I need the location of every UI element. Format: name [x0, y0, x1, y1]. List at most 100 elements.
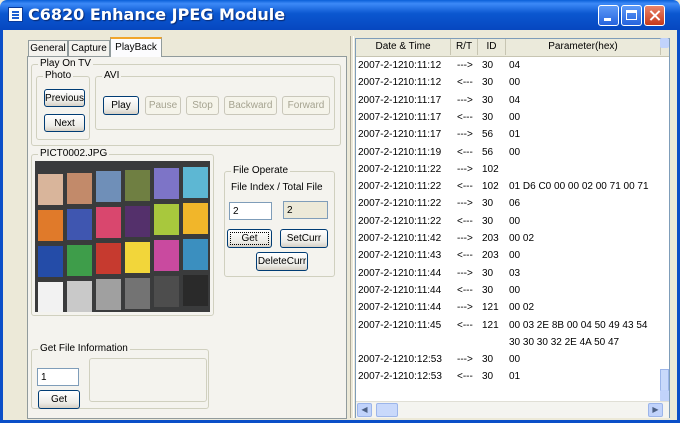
photo-label: Photo [43, 70, 74, 82]
tab-playback[interactable]: PlayBack [110, 37, 162, 57]
log-row[interactable]: 2007-2-12 10:11:22 <--- 30 00 [356, 213, 669, 230]
horizontal-scrollbar[interactable]: ◀ ▶ [356, 401, 669, 418]
log-cell-parameter: 00 02 [509, 233, 535, 244]
column-header-id[interactable]: ID [478, 39, 506, 55]
column-header-date-time[interactable]: Date & Time [356, 39, 451, 55]
log-row[interactable]: 2007-2-12 10:11:22 ---> 102 [356, 161, 669, 178]
column-header-rt[interactable]: R/T [451, 39, 478, 55]
log-cell-date: 2007-2-12 [358, 198, 404, 210]
close-button[interactable] [644, 5, 665, 26]
log-row[interactable]: 2007-2-12 10:11:45 <--- 121 00 03 2E 8B 00 0… [356, 317, 669, 334]
log-cell-id: 30 [482, 198, 494, 210]
scroll-thumb[interactable] [660, 369, 669, 391]
play-button[interactable]: Play [103, 96, 139, 115]
log-cell-parameter: 03 [509, 267, 521, 279]
log-row[interactable]: 2007-2-12 10:11:22 ---> 30 06 [356, 195, 669, 212]
log-cell-direction: ---> [457, 163, 473, 175]
log-row[interactable]: 2007-2-12 10:11:44 ---> 30 03 [356, 265, 669, 282]
log-cell-date: 2007-2-12 [358, 163, 404, 175]
color-patch [183, 167, 208, 198]
log-cell-parameter: 00 [509, 250, 521, 262]
log-cell-id: 30 [482, 77, 494, 89]
next-button[interactable]: Next [44, 114, 85, 132]
log-row[interactable]: 2007-2-12 10:11:42 ---> 203 00 02 [356, 230, 669, 247]
backward-button[interactable]: Backward [224, 96, 277, 115]
picture-filename: PICT0002.JPG [38, 148, 110, 160]
column-header-parameter[interactable]: Parameter(hex) [506, 39, 661, 55]
log-row[interactable]: 2007-2-12 10:11:44 ---> 121 00 02 [356, 299, 669, 316]
log-row[interactable]: 2007-2-12 10:11:12 ---> 30 04 [356, 57, 669, 74]
log-cell-parameter: 04 [509, 94, 521, 106]
file-index-input[interactable] [229, 202, 272, 220]
get-button[interactable]: Get [227, 229, 272, 248]
color-patch [96, 279, 121, 311]
log-row[interactable]: 30 30 30 32 2E 4A 50 47 [356, 334, 669, 351]
log-cell-time: 10:11:12 [403, 77, 442, 89]
log-list[interactable]: Date & Time R/T ID Parameter(hex) 2007-2… [355, 38, 670, 418]
log-cell-id: 30 [482, 371, 494, 383]
log-row[interactable]: 2007-2-12 10:12:53 <--- 30 01 [356, 368, 669, 385]
log-cell-parameter: 00 [509, 284, 521, 296]
log-cell-id: 56 [482, 129, 494, 141]
minimize-button[interactable] [598, 5, 619, 26]
forward-button[interactable]: Forward [282, 96, 330, 115]
log-cell-time: 10:12:53 [403, 371, 442, 383]
log-cell-time: 10:11:17 [403, 111, 442, 123]
log-cell-direction: ---> [457, 354, 473, 366]
window-title: C6820 Enhance JPEG Module [28, 5, 286, 24]
app-icon[interactable] [8, 7, 23, 22]
log-row[interactable]: 2007-2-12 10:11:17 ---> 30 04 [356, 92, 669, 109]
setcurr-button[interactable]: SetCurr [280, 229, 328, 248]
log-cell-parameter: 00 [509, 77, 521, 89]
previous-button[interactable]: Previous [44, 89, 85, 107]
log-cell-id: 30 [482, 284, 494, 296]
color-patch [67, 280, 92, 312]
pause-button[interactable]: Pause [145, 96, 181, 115]
log-cell-id: 102 [482, 163, 499, 175]
title-bar[interactable]: C6820 Enhance JPEG Module [0, 0, 680, 30]
scroll-right-icon[interactable]: ▶ [648, 403, 663, 417]
deletecurr-button[interactable]: DeleteCurr [256, 252, 308, 271]
file-info-get-button[interactable]: Get [38, 390, 80, 409]
get-file-info-label: Get File Information [38, 343, 130, 355]
log-cell-parameter: 30 30 30 32 2E 4A 50 47 [509, 336, 620, 348]
log-cell-time: 10:11:22 [403, 181, 442, 193]
color-patch [125, 205, 150, 237]
log-cell-id: 30 [482, 267, 494, 279]
log-cell-id: 102 [482, 181, 499, 193]
log-row[interactable]: 2007-2-12 10:11:19 <--- 56 00 [356, 144, 669, 161]
color-patch [125, 169, 150, 201]
stop-button[interactable]: Stop [186, 96, 219, 115]
log-cell-direction: ---> [457, 233, 473, 244]
log-row[interactable]: 2007-2-12 10:11:17 <--- 30 00 [356, 109, 669, 126]
log-row[interactable]: 2007-2-12 10:11:12 <--- 30 00 [356, 74, 669, 91]
color-patch [96, 243, 121, 275]
log-cell-time: 10:11:12 [403, 60, 442, 71]
log-cell-id: 30 [482, 60, 494, 71]
app-window: C6820 Enhance JPEG Module General Captur… [0, 0, 680, 423]
scroll-left-icon[interactable]: ◀ [357, 403, 372, 417]
color-patch [125, 277, 150, 309]
tab-general[interactable]: General [28, 40, 68, 56]
log-row[interactable]: 2007-2-12 10:12:53 ---> 30 00 [356, 351, 669, 368]
maximize-button[interactable] [621, 5, 642, 26]
log-cell-direction: <--- [457, 250, 473, 262]
color-patch [154, 240, 179, 272]
horizontal-scroll-thumb[interactable] [376, 403, 398, 417]
color-patch [38, 174, 63, 205]
log-cell-direction: ---> [457, 267, 473, 279]
log-cell-time: 10:11:17 [403, 129, 442, 141]
tab-capture[interactable]: Capture [68, 40, 110, 56]
log-cell-date: 2007-2-12 [358, 302, 404, 314]
vertical-scrollbar[interactable] [660, 38, 669, 418]
log-cell-id: 121 [482, 302, 499, 314]
color-patch [183, 275, 208, 306]
log-row[interactable]: 2007-2-12 10:11:17 ---> 56 01 [356, 126, 669, 143]
file-info-input[interactable] [37, 368, 79, 386]
log-cell-time: 10:11:17 [403, 94, 442, 106]
log-row[interactable]: 2007-2-12 10:11:22 <--- 102 01 D6 C0 00 00 0… [356, 178, 669, 195]
panel-splitter[interactable] [350, 36, 354, 418]
scroll-up-icon[interactable] [660, 38, 669, 48]
log-row[interactable]: 2007-2-12 10:11:44 <--- 30 00 [356, 282, 669, 299]
log-row[interactable]: 2007-2-12 10:11:43 <--- 203 00 [356, 247, 669, 264]
